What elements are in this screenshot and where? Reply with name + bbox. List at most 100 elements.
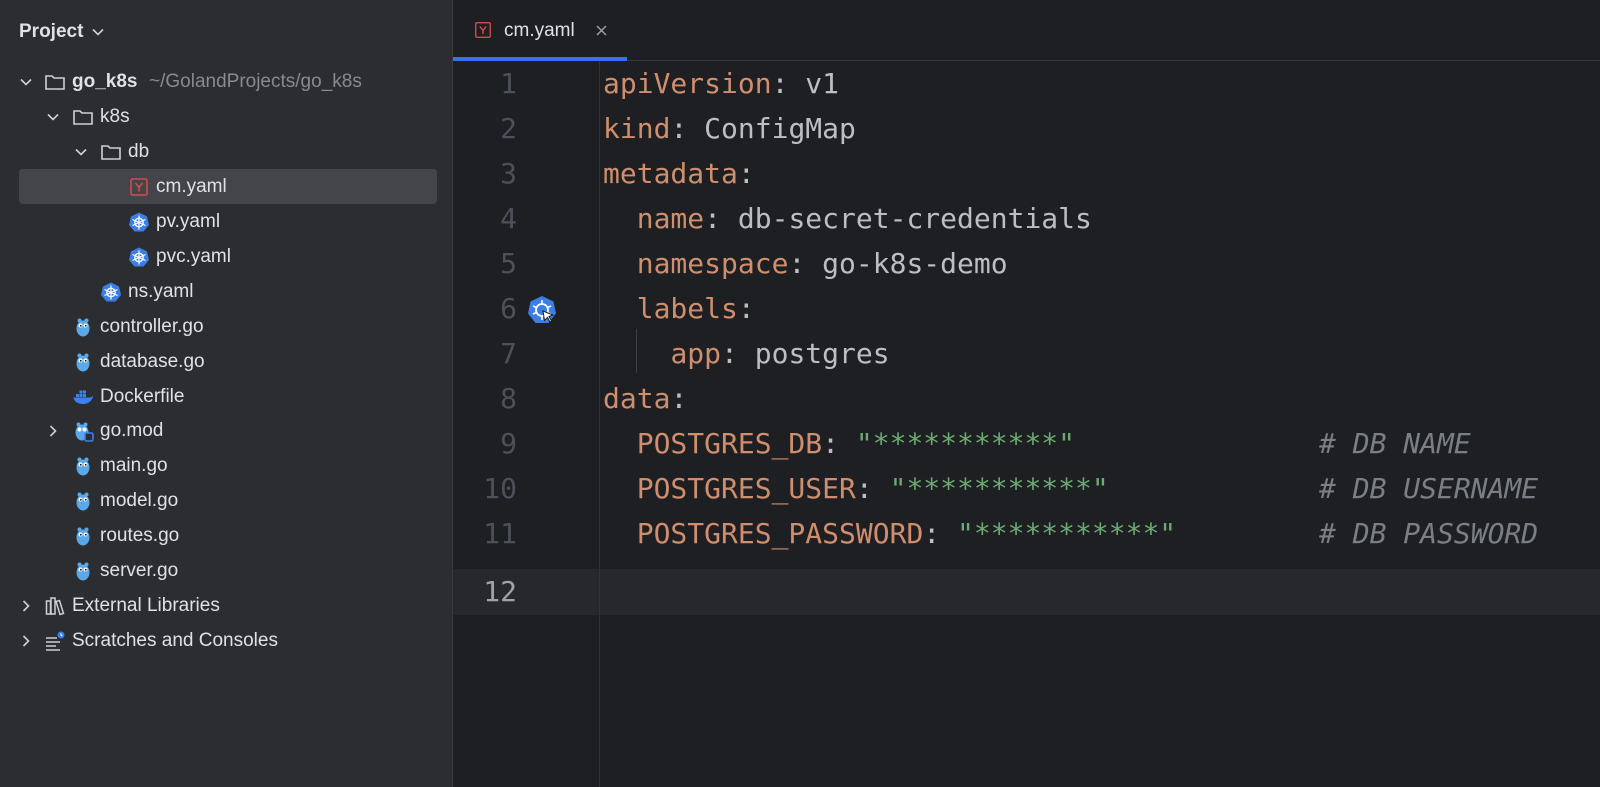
chevron-down-icon[interactable] [19,75,33,89]
tree-file-controller-go[interactable]: controller.go [19,309,437,344]
scratches-icon [46,631,65,651]
code-text: name: db-secret-credentials [603,196,1092,242]
tree-item-label: database.go [100,351,205,372]
code-line-3[interactable]: 3 metadata: [453,151,1600,197]
yaml-key: apiVersion [603,67,772,100]
code-line-2[interactable]: 2 kind: ConfigMap [453,106,1600,152]
tree-item-label: Scratches and Consoles [72,630,278,651]
tree-item-label: db [128,141,150,162]
tree-file-pv-yaml[interactable]: pv.yaml [19,204,437,239]
line-number: 8 [500,382,517,415]
tree-file-server-go[interactable]: server.go [19,553,437,588]
folder-icon [101,145,121,160]
tree-item-label: server.go [100,560,179,581]
code-line-10[interactable]: 10 POSTGRES_USER: "***********" # DB USE… [453,466,1600,512]
yaml-value: db-secret-credentials [737,202,1092,235]
code-line-6[interactable]: 6 labels: [453,286,1600,332]
tree-file-cm-yaml[interactable]: cm.yaml [19,169,437,204]
editor-tab-bar: cm.yaml [453,0,1600,61]
yaml-key: POSTGRES_USER [636,472,856,505]
code-line-12[interactable]: 12 [453,569,1600,615]
go-gopher-icon [76,457,90,476]
yaml-value: ConfigMap [704,112,856,145]
docker-icon [73,390,93,404]
yaml-separator: : [721,337,755,370]
code-line-9[interactable]: 9 POSTGRES_DB: "***********" # DB NAME [453,421,1600,467]
code-text: metadata: [603,151,755,197]
tree-file-pvc-yaml[interactable]: pvc.yaml [19,239,437,274]
code-line-1[interactable]: 1 apiVersion: v1 [453,61,1600,107]
yaml-separator: : [670,382,688,415]
chevron-right-icon[interactable] [19,634,33,648]
yaml-string-value: "***********" [957,517,1177,550]
tree-folder-k8s[interactable]: k8s [19,99,437,134]
project-view-selector[interactable]: Project [19,17,105,47]
yaml-key: POSTGRES_DB [636,427,823,460]
tree-root-go_k8s[interactable]: go_k8s ~/GolandProjects/go_k8s [19,64,437,99]
yaml-comment: # DB PASSWORD [1319,517,1539,550]
code-line-5[interactable]: 5 namespace: go-k8s-demo [453,241,1600,287]
yaml-string-value: "***********" [855,427,1076,460]
line-number: 11 [483,517,517,550]
code-text: data: [603,376,687,422]
yaml-key: kind [603,112,671,145]
yaml-separator: : [771,67,806,100]
yaml-key: labels [636,292,738,325]
line-number: 12 [483,575,517,608]
go-gopher-icon [76,527,90,546]
kubernetes-icon [101,282,121,302]
tree-item-label: cm.yaml [156,176,227,197]
yaml-separator: : [737,292,755,325]
tree-item-label: routes.go [100,525,180,546]
tree-file-dockerfile[interactable]: Dockerfile [19,379,437,414]
code-text: apiVersion: v1 [603,61,839,107]
chevron-down-icon[interactable] [46,110,60,124]
yaml-string-value: "***********" [889,472,1109,505]
chevron-down-icon[interactable] [74,145,88,159]
tree-scratches-consoles[interactable]: Scratches and Consoles [19,623,437,658]
tree-file-database-go[interactable]: database.go [19,344,437,379]
yaml-key: name [636,202,705,235]
go-gopher-icon [76,353,90,372]
tree-item-label: pvc.yaml [156,246,231,267]
code-text: namespace: go-k8s-demo [603,241,1008,287]
line-number: 10 [483,472,517,505]
yaml-value: v1 [805,67,840,100]
code-text: POSTGRES_DB: "***********" [603,421,1075,467]
chevron-right-icon[interactable] [46,424,60,438]
code-text: kind: ConfigMap [603,106,856,152]
code-line-7[interactable]: 7 app: postgres [453,331,1600,377]
code-line-4[interactable]: 4 name: db-secret-credentials [453,196,1600,242]
close-icon[interactable] [595,24,608,37]
yaml-comment: # DB NAME [1319,427,1471,460]
chevron-right-icon[interactable] [19,599,33,613]
tree-external-libraries[interactable]: External Libraries [19,588,437,623]
code-line-11[interactable]: 11 POSTGRES_PASSWORD: "***********" # DB… [453,511,1600,557]
yaml-comment: # DB USERNAME [1319,472,1539,505]
yaml-separator: : [670,112,705,145]
yaml-key: metadata [603,157,738,190]
yaml-separator: : [923,517,958,550]
code-line-8[interactable]: 8 data: [453,376,1600,422]
yaml-key: data [603,382,671,415]
project-panel: Project go_k8s ~/GolandProjects/go_k8s k… [0,0,453,787]
code-editor[interactable]: 1 apiVersion: v1 2 kind: ConfigMap 3 met… [453,61,1600,787]
line-number: 2 [500,112,517,145]
kubernetes-icon [129,212,149,232]
root-folder-name: go_k8s [72,71,138,92]
go-gopher-icon [76,562,90,581]
tree-item-label: Dockerfile [100,386,185,407]
tree-file-routes-go[interactable]: routes.go [19,518,437,553]
tree-file-model-go[interactable]: model.go [19,483,437,518]
tree-item-label: External Libraries [72,595,220,616]
tree-item-label: main.go [100,455,168,476]
tree-file-ns-yaml[interactable]: ns.yaml [19,274,437,309]
library-icon [45,597,65,616]
tree-file-main-go[interactable]: main.go [19,448,437,483]
tab-cm-yaml[interactable]: cm.yaml [453,0,627,61]
chevron-down-icon [92,28,104,36]
tree-file-go-mod[interactable]: go.mod [19,413,437,448]
tree-folder-db[interactable]: db [19,134,437,169]
tree-item-label: pv.yaml [156,211,221,232]
go-gopher-icon [76,492,90,511]
